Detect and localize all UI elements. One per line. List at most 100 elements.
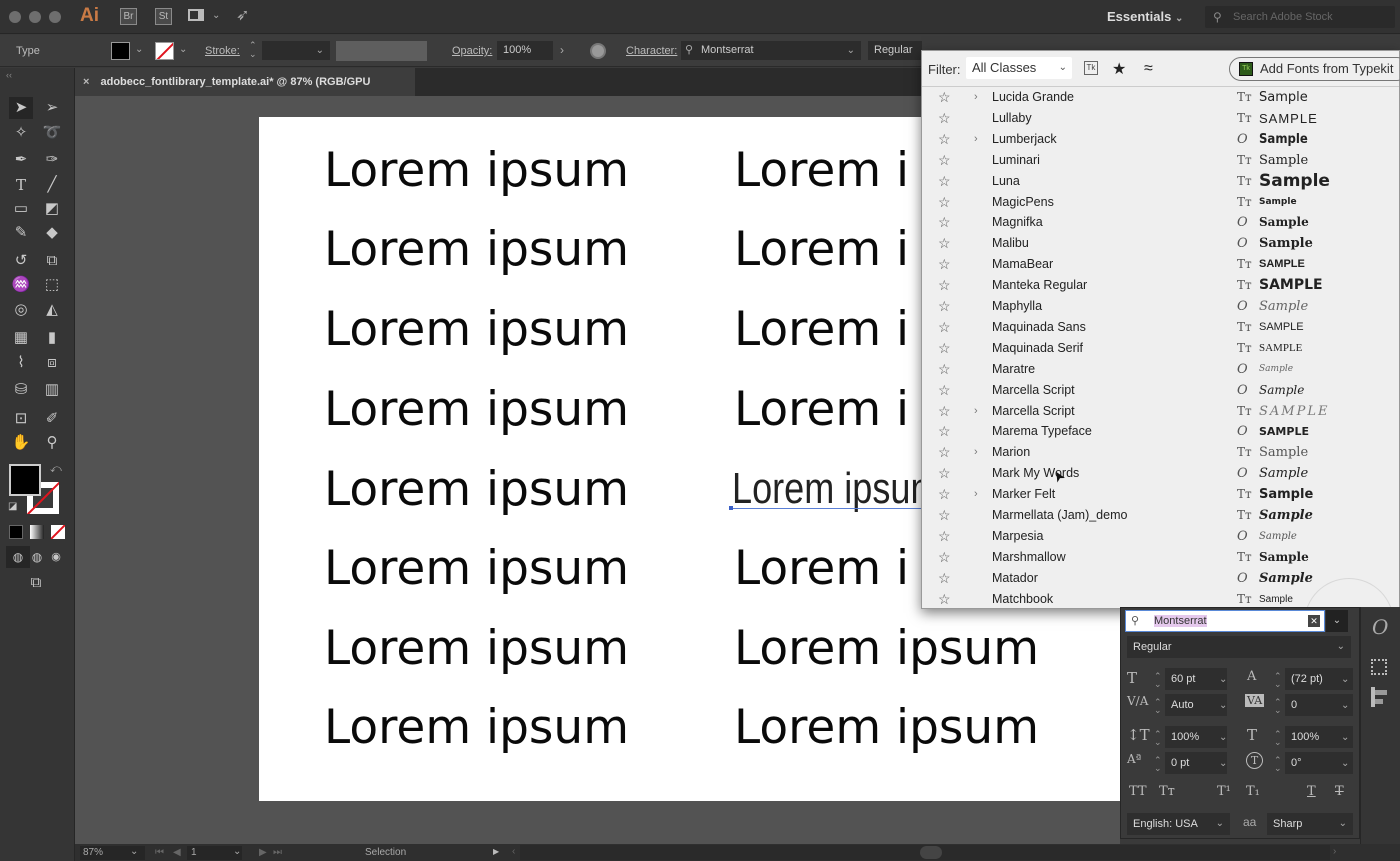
baseline-shift-field[interactable]: 0 pt	[1165, 752, 1227, 774]
font-list-item[interactable]: ☆ Marpesia O Sample	[922, 526, 1399, 547]
favorite-star-icon[interactable]: ☆	[938, 421, 951, 442]
text-line-right[interactable]: Lorem ipsum	[734, 621, 1039, 676]
favorite-star-icon[interactable]: ☆	[938, 568, 951, 589]
font-list-item[interactable]: ☆ Maphylla O Sample	[922, 296, 1399, 317]
horizontal-scale-chevron-icon[interactable]: ⌄	[1341, 732, 1349, 743]
eyedropper-tool-icon[interactable]: ⌇	[9, 352, 33, 374]
close-window-button[interactable]	[9, 11, 21, 23]
favorite-star-icon[interactable]: ☆	[938, 192, 951, 213]
horizontal-scale-stepper[interactable]: ⌃ ⌄	[1274, 730, 1282, 747]
filter-class-select[interactable]: All Classes ⌄	[966, 57, 1072, 79]
text-line-left[interactable]: Lorem ipsum	[324, 302, 629, 357]
expand-family-chevron-icon[interactable]: ›	[974, 484, 978, 505]
line-tool-icon[interactable]: ╱	[40, 174, 64, 196]
stroke-weight-field[interactable]: ⌄	[262, 41, 330, 60]
favorite-star-icon[interactable]: ☆	[938, 463, 951, 484]
language-select[interactable]: English: USA ⌄	[1127, 813, 1230, 835]
document-tab[interactable]: × adobecc_fontlibrary_template.ai* @ 87%…	[75, 68, 415, 116]
text-line-right[interactable]: Lorem i	[734, 541, 909, 596]
scroll-right-icon[interactable]: ›	[1333, 846, 1336, 857]
strikethrough-button[interactable]: T	[1335, 784, 1344, 799]
favorite-star-icon[interactable]: ☆	[938, 505, 951, 526]
font-list-item[interactable]: ☆ Marshmallow Tт Sample	[922, 547, 1399, 568]
add-fonts-typekit-button[interactable]: Tk Add Fonts from Typekit	[1229, 57, 1400, 81]
expand-family-chevron-icon[interactable]: ›	[974, 442, 978, 463]
scroll-left-icon[interactable]: ‹	[512, 846, 515, 857]
font-style-select[interactable]: Regular ⌄	[1127, 636, 1351, 658]
text-line-right[interactable]: Lorem i	[734, 302, 909, 357]
font-size-field[interactable]: 60 pt	[1165, 668, 1227, 690]
font-list-item[interactable]: ☆ › Lumberjack O Sample	[922, 129, 1399, 150]
font-list-item[interactable]: ☆ Mark My Words O Sample	[922, 463, 1399, 484]
gradient-mode-icon[interactable]	[30, 525, 44, 539]
warp-tool-icon[interactable]: ♒	[9, 274, 33, 296]
leading-chevron-icon[interactable]: ⌄	[1341, 674, 1349, 685]
scrollbar-thumb[interactable]	[920, 846, 942, 859]
first-artboard-icon[interactable]: ⏮	[155, 847, 164, 858]
favorites-filter-star-icon[interactable]: ★	[1112, 59, 1126, 79]
horizontal-scrollbar[interactable]	[520, 845, 1330, 860]
favorite-star-icon[interactable]: ☆	[938, 150, 951, 171]
stroke-weight-stepper[interactable]: ⌃ ⌄	[249, 41, 257, 59]
screen-mode-icon[interactable]: ⧉	[24, 572, 48, 594]
font-list-item[interactable]: ☆ Maratre O Sample	[922, 359, 1399, 380]
tracking-stepper[interactable]: ⌃ ⌄	[1274, 698, 1282, 715]
free-transform-tool-icon[interactable]: ⬚	[40, 274, 64, 296]
arrange-documents-icon[interactable]	[188, 9, 204, 21]
font-size-stepper[interactable]: ⌃ ⌄	[1154, 672, 1162, 689]
favorite-star-icon[interactable]: ☆	[938, 275, 951, 296]
favorite-star-icon[interactable]: ☆	[938, 484, 951, 505]
kerning-field[interactable]: Auto	[1165, 694, 1227, 716]
leading-stepper[interactable]: ⌃ ⌄	[1274, 672, 1282, 689]
font-list-item[interactable]: ☆ Luminari Tт Sample	[922, 150, 1399, 171]
superscript-button[interactable]: T¹	[1217, 784, 1231, 799]
font-size-chevron-icon[interactable]: ⌄	[1219, 674, 1227, 685]
curvature-tool-icon[interactable]: ✑	[40, 149, 64, 171]
text-line-left[interactable]: Lorem ipsum	[324, 382, 629, 437]
vertical-scale-stepper[interactable]: ⌃ ⌄	[1154, 730, 1162, 747]
font-list-item[interactable]: ☆ Maquinada Sans Tт SAMPLE	[922, 317, 1399, 338]
arrange-documents-chevron-icon[interactable]: ⌄	[212, 10, 220, 21]
previous-artboard-icon[interactable]: ◀	[173, 847, 181, 858]
stroke-label[interactable]: Stroke:	[205, 45, 240, 57]
zoom-chevron-icon[interactable]: ⌄	[130, 846, 138, 857]
subscript-button[interactable]: T₁	[1246, 784, 1260, 799]
opentype-panel-icon[interactable]: O	[1372, 615, 1388, 639]
transform-panel-icon[interactable]	[1371, 659, 1387, 675]
text-line-left[interactable]: Lorem ipsum	[324, 222, 629, 277]
font-family-field[interactable]: ⚲ Montserrat ⌄	[681, 41, 861, 60]
font-list-toggle[interactable]: ⌄	[1326, 610, 1348, 632]
gradient-tool-icon[interactable]: ▮	[40, 327, 64, 349]
gpu-performance-rocket-icon[interactable]: ➶	[236, 5, 249, 25]
kerning-stepper[interactable]: ⌃ ⌄	[1154, 698, 1162, 715]
shape-builder-tool-icon[interactable]: ◎	[9, 299, 33, 321]
font-style-field[interactable]: Regular	[868, 41, 922, 60]
rotation-chevron-icon[interactable]: ⌄	[1341, 758, 1349, 769]
anti-aliasing-select[interactable]: Sharp ⌄	[1267, 813, 1353, 835]
similar-fonts-icon[interactable]: ≈	[1144, 60, 1153, 78]
favorite-star-icon[interactable]: ☆	[938, 589, 951, 610]
kerning-chevron-icon[interactable]: ⌄	[1219, 700, 1227, 711]
rotation-stepper[interactable]: ⌃ ⌄	[1274, 756, 1282, 773]
swap-fill-stroke-icon[interactable]: ⤺	[50, 463, 62, 476]
collapse-panel-icon[interactable]: ‹‹	[6, 70, 12, 80]
opacity-label[interactable]: Opacity:	[452, 45, 492, 57]
slice-tool-icon[interactable]: ✐	[40, 408, 64, 430]
underline-button[interactable]: T	[1307, 784, 1316, 799]
favorite-star-icon[interactable]: ☆	[938, 171, 951, 192]
text-line-left[interactable]: Lorem ipsum	[324, 621, 629, 676]
stock-button[interactable]: St	[155, 8, 172, 25]
favorite-star-icon[interactable]: ☆	[938, 359, 951, 380]
font-list-item[interactable]: ☆ MamaBear Tт SAMPLE	[922, 254, 1399, 275]
none-mode-icon[interactable]	[51, 525, 65, 539]
font-list-item[interactable]: ☆ Marcella Script O Sample	[922, 380, 1399, 401]
font-list-item[interactable]: ☆ Manteka Regular Tт SAMPLE	[922, 275, 1399, 296]
font-list-item[interactable]: ☆ › Marker Felt Tт Sample	[922, 484, 1399, 505]
favorite-star-icon[interactable]: ☆	[938, 526, 951, 547]
expand-family-chevron-icon[interactable]: ›	[974, 401, 978, 422]
type-tool-icon[interactable]: T	[9, 174, 33, 196]
direct-selection-tool-icon[interactable]: ➢	[40, 97, 64, 119]
font-list-item[interactable]: ☆ Marmellata (Jam)_demo Tт Sample	[922, 505, 1399, 526]
clear-search-icon[interactable]: ✕	[1308, 615, 1320, 627]
font-list-item[interactable]: ☆ MagicPens Tт Sample	[922, 192, 1399, 213]
